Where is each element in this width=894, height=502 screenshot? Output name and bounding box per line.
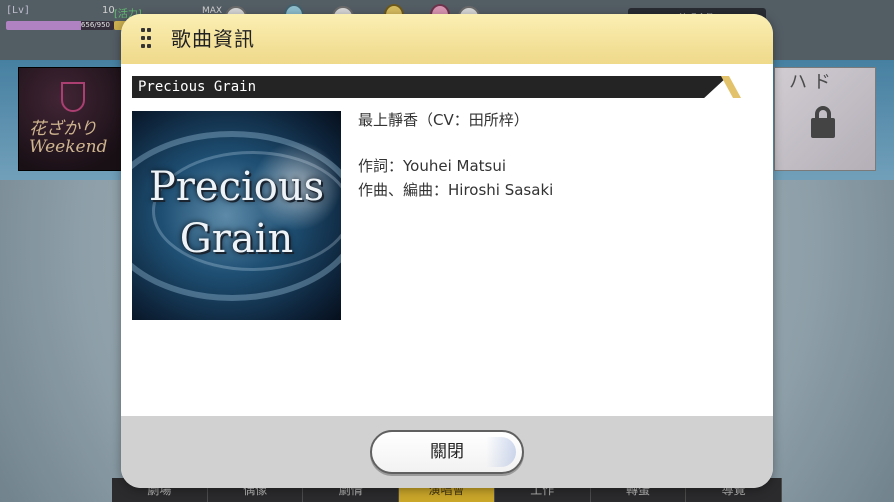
song-title: Precious Grain bbox=[138, 79, 257, 95]
jacket-text-line2: Grain bbox=[179, 216, 294, 262]
dialog-footer: 關閉 bbox=[121, 416, 773, 488]
close-button[interactable]: 關閉 bbox=[370, 430, 524, 474]
dialog-title: 歌曲資訊 bbox=[171, 27, 255, 51]
jacket-text-line1: Precious bbox=[148, 164, 325, 210]
composition-credit: 作曲、編曲：Hiroshi Sasaki bbox=[358, 181, 554, 199]
grip-icon bbox=[141, 26, 151, 54]
song-info-dialog: 歌曲資訊 Precious Grain Precious Grain 最上靜香（… bbox=[121, 14, 773, 488]
song-jacket-image: Precious Grain bbox=[132, 111, 341, 320]
dialog-header: 歌曲資訊 bbox=[121, 14, 773, 64]
song-credits: 最上靜香（CV：田所梓） 作詞：Youhei Matsui 作曲、編曲：Hiro… bbox=[358, 108, 553, 202]
lyrics-credit: 作詞：Youhei Matsui bbox=[358, 157, 507, 175]
singer-credit: 最上靜香（CV：田所梓） bbox=[358, 111, 529, 129]
